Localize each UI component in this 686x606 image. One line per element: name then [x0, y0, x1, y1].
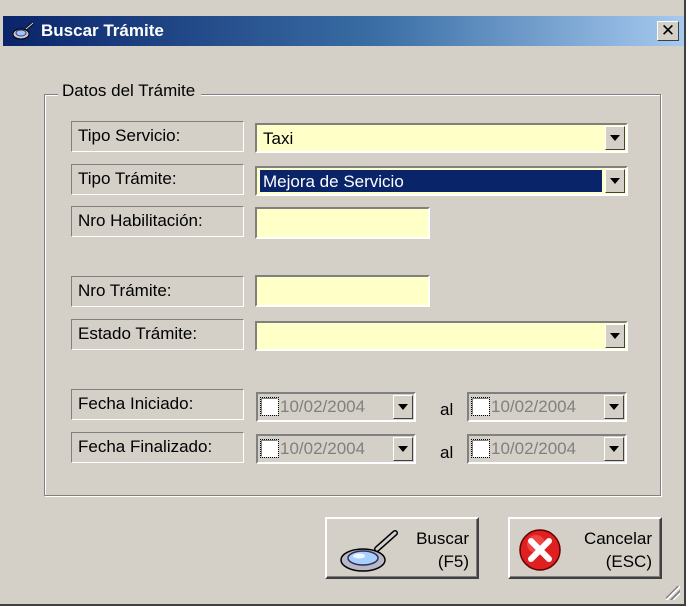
fecha-iniciado-from-checkbox[interactable] [260, 397, 279, 416]
fecha-finalizado-to-checkbox[interactable] [471, 439, 490, 458]
fecha-finalizado-from-value: 10/02/2004 [280, 439, 366, 458]
nro-tramite-input[interactable] [255, 275, 430, 307]
tipo-tramite-select[interactable]: Mejora de Servicio [255, 166, 628, 196]
resize-grip[interactable] [666, 586, 680, 600]
window-title: Buscar Trámite [41, 21, 164, 40]
buscar-label: Buscar (F5) [416, 529, 469, 571]
fecha-finalizado-to-value: 10/02/2004 [491, 439, 577, 458]
fecha-iniciado-to-value: 10/02/2004 [491, 397, 577, 416]
chevron-down-icon[interactable] [604, 395, 624, 419]
chevron-down-icon[interactable] [604, 437, 624, 461]
tipo-servicio-value: Taxi [263, 129, 294, 148]
fecha-iniciado-to-picker[interactable]: 10/02/2004 [467, 392, 627, 422]
chevron-down-icon[interactable] [605, 126, 625, 150]
tipo-tramite-label: Tipo Trámite: [71, 164, 244, 195]
chevron-down-icon[interactable] [393, 437, 413, 461]
estado-tramite-select[interactable] [255, 321, 628, 351]
fecha-iniciado-from-value: 10/02/2004 [280, 397, 366, 416]
tipo-servicio-label: Tipo Servicio: [71, 121, 244, 152]
groupbox-legend: Datos del Trámite [58, 81, 202, 101]
fecha-finalizado-to-picker[interactable]: 10/02/2004 [467, 434, 627, 464]
nro-habilitacion-label: Nro Habilitación: [71, 206, 244, 237]
cancelar-label: Cancelar (ESC) [583, 529, 652, 571]
estado-tramite-label: Estado Trámite: [71, 319, 244, 350]
chevron-down-icon[interactable] [605, 324, 625, 348]
range-separator: al [440, 443, 454, 462]
fecha-finalizado-label: Fecha Finalizado: [71, 432, 244, 463]
tipo-tramite-value: Mejora de Servicio [260, 170, 602, 192]
estado-tramite-value [260, 325, 602, 347]
fecha-iniciado-to-checkbox[interactable] [471, 397, 490, 416]
search-app-icon [11, 21, 37, 41]
fecha-finalizado-from-picker[interactable]: 10/02/2004 [256, 434, 416, 464]
fecha-iniciado-label: Fecha Iniciado: [71, 389, 244, 420]
cancelar-button[interactable]: Cancelar (ESC) [508, 517, 662, 579]
close-button[interactable]: ✕ [657, 21, 679, 41]
tipo-servicio-select[interactable]: Taxi [255, 123, 628, 153]
nro-tramite-label: Nro Trámite: [71, 276, 244, 307]
title-bar[interactable]: Buscar Trámite ✕ [3, 16, 684, 46]
chevron-down-icon[interactable] [393, 395, 413, 419]
chevron-down-icon[interactable] [605, 169, 625, 193]
magnifier-icon [333, 527, 411, 580]
fecha-finalizado-from-checkbox[interactable] [260, 439, 279, 458]
red-x-icon [518, 528, 562, 577]
search-dialog: Buscar Trámite ✕ Datos del Trámite Tipo … [0, 0, 686, 606]
fecha-iniciado-from-picker[interactable]: 10/02/2004 [256, 392, 416, 422]
buscar-button[interactable]: Buscar (F5) [325, 517, 479, 579]
range-separator: al [440, 400, 454, 419]
nro-habilitacion-input[interactable] [255, 207, 430, 239]
